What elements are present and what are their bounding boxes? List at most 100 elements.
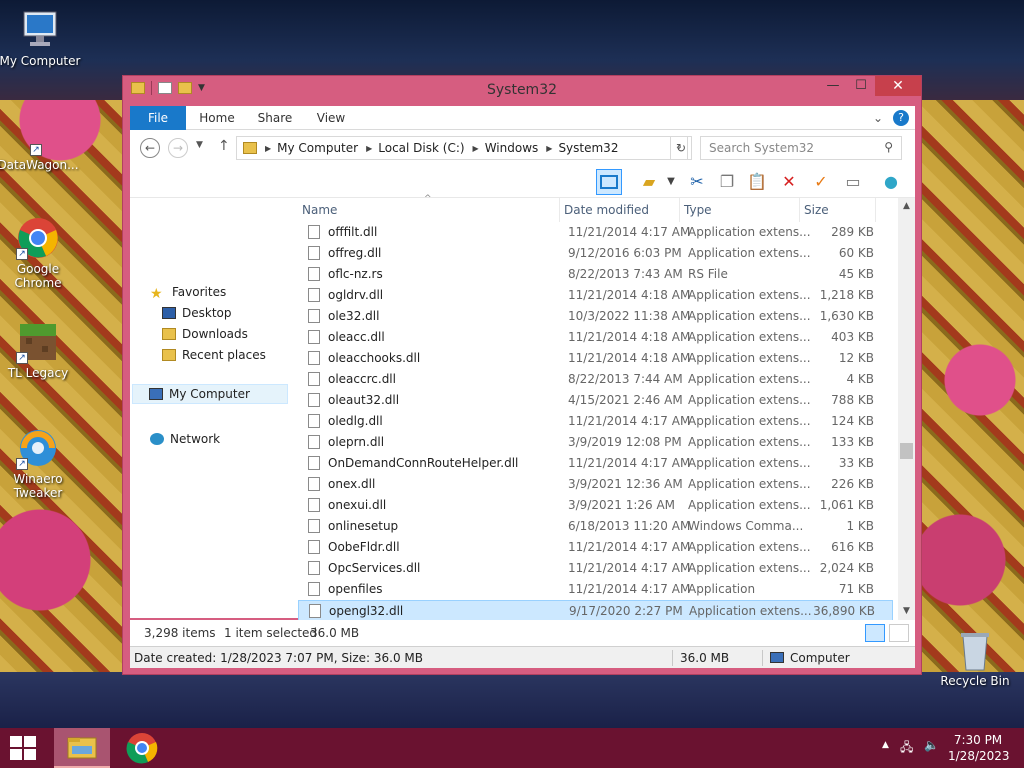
cut-button[interactable]: ✂: [684, 169, 710, 195]
table-row[interactable]: oleacchooks.dll 11/21/2014 4:18 AM Applica…: [298, 348, 893, 369]
tab-home[interactable]: Home: [192, 106, 242, 130]
properties-button[interactable]: ▭: [840, 169, 866, 195]
table-row[interactable]: OpcServices.dll 11/21/2014 4:17 AM Applica…: [298, 558, 893, 579]
folder-icon: [243, 142, 257, 154]
maximize-button[interactable]: ☐: [847, 76, 875, 96]
column-header-type[interactable]: Type: [680, 198, 800, 222]
table-row[interactable]: oleprn.dll 3/9/2019 12:08 PM Application e…: [298, 432, 893, 453]
table-row[interactable]: onex.dll 3/9/2021 12:36 AM Application ext…: [298, 474, 893, 495]
paste-button[interactable]: 📋: [744, 169, 770, 195]
breadcrumb-my-computer[interactable]: My Computer: [277, 141, 358, 155]
close-button[interactable]: ✕: [875, 76, 921, 96]
minimize-button[interactable]: —: [819, 76, 847, 96]
forward-button[interactable]: →: [168, 138, 188, 158]
file-list: Name ^ Date modified Type Size offfilt.d…: [298, 194, 915, 621]
delete-button[interactable]: ✕: [776, 169, 802, 195]
file-name: ole32.dll: [328, 309, 380, 323]
scroll-down-icon[interactable]: ▼: [898, 603, 915, 620]
desktop-icon-my-computer[interactable]: My Computer: [0, 8, 82, 68]
table-row[interactable]: offfilt.dll 11/21/2014 4:17 AM Application…: [298, 222, 893, 243]
nav-favorites[interactable]: ★ Favorites: [150, 282, 226, 302]
file-name: ogldrv.dll: [328, 288, 384, 302]
computer-icon: [149, 388, 163, 400]
nav-downloads[interactable]: Downloads: [162, 324, 248, 344]
nav-item-label: Recent places: [182, 348, 266, 362]
tab-file[interactable]: File: [130, 106, 186, 130]
file-icon: [308, 225, 320, 239]
tab-view[interactable]: View: [306, 106, 356, 130]
table-row[interactable]: oleaut32.dll 4/15/2021 2:46 AM Application…: [298, 390, 893, 411]
details-view-button[interactable]: [865, 624, 885, 642]
clock[interactable]: 7:30 PM 1/28/2023: [948, 732, 1010, 764]
table-row[interactable]: ole32.dll 10/3/2022 11:38 AM Application e…: [298, 306, 893, 327]
desktop-icon-google-chrome[interactable]: ↗ Google Chrome: [0, 216, 80, 290]
minecraft-block-icon: ↗: [16, 320, 60, 364]
table-row[interactable]: oleacc.dll 11/21/2014 4:18 AM Application …: [298, 327, 893, 348]
title-bar[interactable]: ▼ System32 — ☐ ✕: [123, 76, 921, 104]
desktop-icon-winaero-tweaker[interactable]: ↗ Winaero Tweaker: [0, 426, 80, 500]
show-hidden-icons-icon[interactable]: ▲: [882, 740, 889, 750]
tab-share[interactable]: Share: [250, 106, 300, 130]
network-icon[interactable]: 🖧: [900, 738, 913, 759]
up-button[interactable]: ↑: [218, 138, 230, 154]
start-button[interactable]: [10, 736, 36, 760]
file-type: Windows Comma...: [688, 519, 804, 533]
shortcut-arrow-icon: ↗: [16, 248, 28, 260]
chevron-right-icon[interactable]: ▶: [546, 144, 552, 153]
taskbar-file-explorer[interactable]: [54, 728, 110, 768]
table-row[interactable]: oleaccrc.dll 8/22/2013 7:44 AM Application…: [298, 369, 893, 390]
table-row[interactable]: onlinesetup 6/18/2013 11:20 AM Windows Com…: [298, 516, 893, 537]
chevron-right-icon[interactable]: ▶: [366, 144, 372, 153]
desktop-icon-recycle-bin[interactable]: Recycle Bin: [933, 628, 1017, 688]
table-row[interactable]: OobeFldr.dll 11/21/2014 4:17 AM Applicatio…: [298, 537, 893, 558]
column-header-size[interactable]: Size: [800, 198, 876, 222]
table-row[interactable]: openfiles 11/21/2014 4:17 AM Application 71…: [298, 579, 893, 600]
table-row[interactable]: oflc-nz.rs 8/22/2013 7:43 AM RS File 45 KB: [298, 264, 893, 285]
rename-button[interactable]: ✓: [808, 169, 834, 195]
chevron-down-icon[interactable]: ▼: [658, 169, 684, 195]
large-icons-view-button[interactable]: [889, 624, 909, 642]
file-type: Application extens...: [688, 477, 811, 491]
table-row[interactable]: opengl32.dll 9/17/2020 2:27 PM Application…: [298, 600, 893, 621]
divider: [672, 650, 673, 666]
file-type: Application extens...: [688, 498, 811, 512]
column-header-date[interactable]: Date modified: [560, 198, 680, 222]
globe-icon[interactable]: ●: [878, 169, 904, 195]
nav-desktop[interactable]: Desktop: [162, 303, 232, 323]
table-row[interactable]: ogldrv.dll 11/21/2014 4:18 AM Application …: [298, 285, 893, 306]
breadcrumb-local-disk[interactable]: Local Disk (C:): [378, 141, 464, 155]
file-name: onlinesetup: [328, 519, 399, 533]
breadcrumb-system32[interactable]: System32: [558, 141, 618, 155]
selected-count: 1 item selected: [224, 626, 318, 640]
help-icon[interactable]: ?: [893, 110, 909, 126]
volume-icon[interactable]: 🔈: [924, 738, 939, 752]
breadcrumb-windows[interactable]: Windows: [485, 141, 539, 155]
file-icon: [308, 540, 320, 554]
nav-recent-places[interactable]: Recent places: [162, 345, 266, 365]
preview-pane-button[interactable]: [596, 169, 622, 195]
taskbar-chrome[interactable]: [114, 728, 170, 768]
refresh-button[interactable]: ↻: [670, 136, 692, 160]
chevron-right-icon[interactable]: ▶: [473, 144, 479, 153]
desktop-icon-datawagon[interactable]: ↗ DataWagon...: [0, 130, 80, 172]
file-date: 11/21/2014 4:18 AM: [568, 330, 691, 344]
expand-ribbon-icon[interactable]: ⌄: [873, 111, 883, 125]
copy-button[interactable]: ❐: [714, 169, 740, 195]
table-row[interactable]: OnDemandConnRouteHelper.dll 11/21/2014 4:…: [298, 453, 893, 474]
table-row[interactable]: onexui.dll 3/9/2021 1:26 AM Application ex…: [298, 495, 893, 516]
chevron-right-icon[interactable]: ▶: [265, 144, 271, 153]
desktop-icon-tl-legacy[interactable]: ↗ TL Legacy: [0, 320, 80, 380]
file-size: 60 KB: [838, 246, 874, 260]
search-input[interactable]: Search System32: [700, 136, 902, 160]
scroll-thumb[interactable]: [900, 443, 913, 459]
scroll-up-icon[interactable]: ▲: [898, 198, 915, 215]
vertical-scrollbar[interactable]: ▲ ▼: [898, 198, 915, 620]
table-row[interactable]: offreg.dll 9/12/2016 6:03 PM Application e…: [298, 243, 893, 264]
back-button[interactable]: ←: [140, 138, 160, 158]
file-size: 788 KB: [831, 393, 874, 407]
nav-network[interactable]: Network: [150, 429, 220, 449]
nav-my-computer[interactable]: My Computer: [132, 384, 288, 404]
table-row[interactable]: oledlg.dll 11/21/2014 4:17 AM Application …: [298, 411, 893, 432]
address-bar[interactable]: ▶ My Computer ▶ Local Disk (C:) ▶ Window…: [236, 136, 688, 160]
recent-locations-dropdown[interactable]: ▼: [196, 140, 203, 150]
